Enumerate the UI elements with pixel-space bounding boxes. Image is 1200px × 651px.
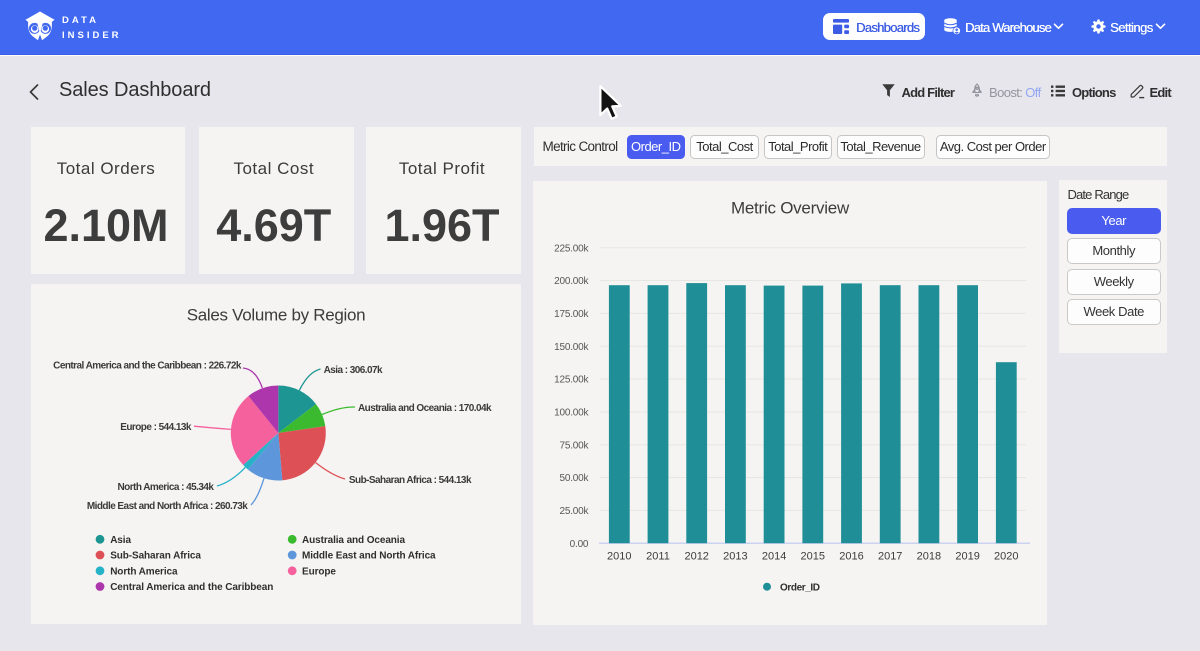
svg-text:Middle East and North Africa: Middle East and North Africa	[302, 551, 436, 562]
svg-text:Australia and Oceania : 170.04: Australia and Oceania : 170.04k	[358, 403, 492, 414]
svg-text:125.00k: 125.00k	[554, 375, 589, 386]
svg-text:Metric Overview: Metric Overview	[731, 199, 850, 218]
svg-text:2016: 2016	[839, 551, 863, 563]
svg-text:Asia: Asia	[110, 535, 131, 546]
svg-text:150.00k: 150.00k	[554, 342, 589, 353]
svg-text:North America : 45.34k: North America : 45.34k	[117, 482, 214, 493]
svg-text:Sub-Saharan Africa: Sub-Saharan Africa	[110, 551, 201, 562]
svg-text:2018: 2018	[917, 551, 941, 563]
svg-text:200.00k: 200.00k	[554, 276, 589, 287]
svg-text:100.00k: 100.00k	[554, 408, 589, 419]
svg-text:Middle East and North Africa :: Middle East and North Africa : 260.73k	[87, 501, 248, 512]
svg-text:Europe: Europe	[302, 566, 336, 577]
svg-text:Sales Volume by Region: Sales Volume by Region	[187, 306, 366, 325]
svg-text:North America: North America	[110, 566, 178, 577]
svg-text:Asia : 306.07k: Asia : 306.07k	[324, 365, 383, 376]
svg-text:Australia and Oceania: Australia and Oceania	[302, 535, 405, 546]
svg-text:2015: 2015	[801, 551, 825, 563]
svg-text:2010: 2010	[607, 551, 631, 563]
svg-text:Sub-Saharan Africa : 544.13k: Sub-Saharan Africa : 544.13k	[349, 475, 472, 486]
svg-text:2013: 2013	[723, 551, 747, 563]
svg-text:2019: 2019	[955, 551, 979, 563]
svg-text:75.00k: 75.00k	[559, 440, 589, 451]
svg-text:2011: 2011	[646, 551, 670, 563]
svg-text:Central America and the Caribb: Central America and the Caribbean : 226.…	[53, 360, 242, 371]
svg-text:225.00k: 225.00k	[554, 243, 589, 254]
svg-text:2012: 2012	[684, 551, 708, 563]
svg-text:2017: 2017	[878, 551, 902, 563]
svg-text:0.00: 0.00	[570, 539, 589, 550]
svg-text:175.00k: 175.00k	[554, 309, 589, 320]
svg-text:Europe : 544.13k: Europe : 544.13k	[120, 422, 192, 433]
svg-text:50.00k: 50.00k	[559, 473, 589, 484]
svg-text:2014: 2014	[762, 551, 786, 563]
svg-text:2020: 2020	[994, 551, 1018, 563]
svg-text:Central America and the Caribb: Central America and the Caribbean	[110, 582, 273, 593]
svg-text:25.00k: 25.00k	[559, 506, 589, 517]
svg-text:Order_ID: Order_ID	[780, 582, 820, 593]
